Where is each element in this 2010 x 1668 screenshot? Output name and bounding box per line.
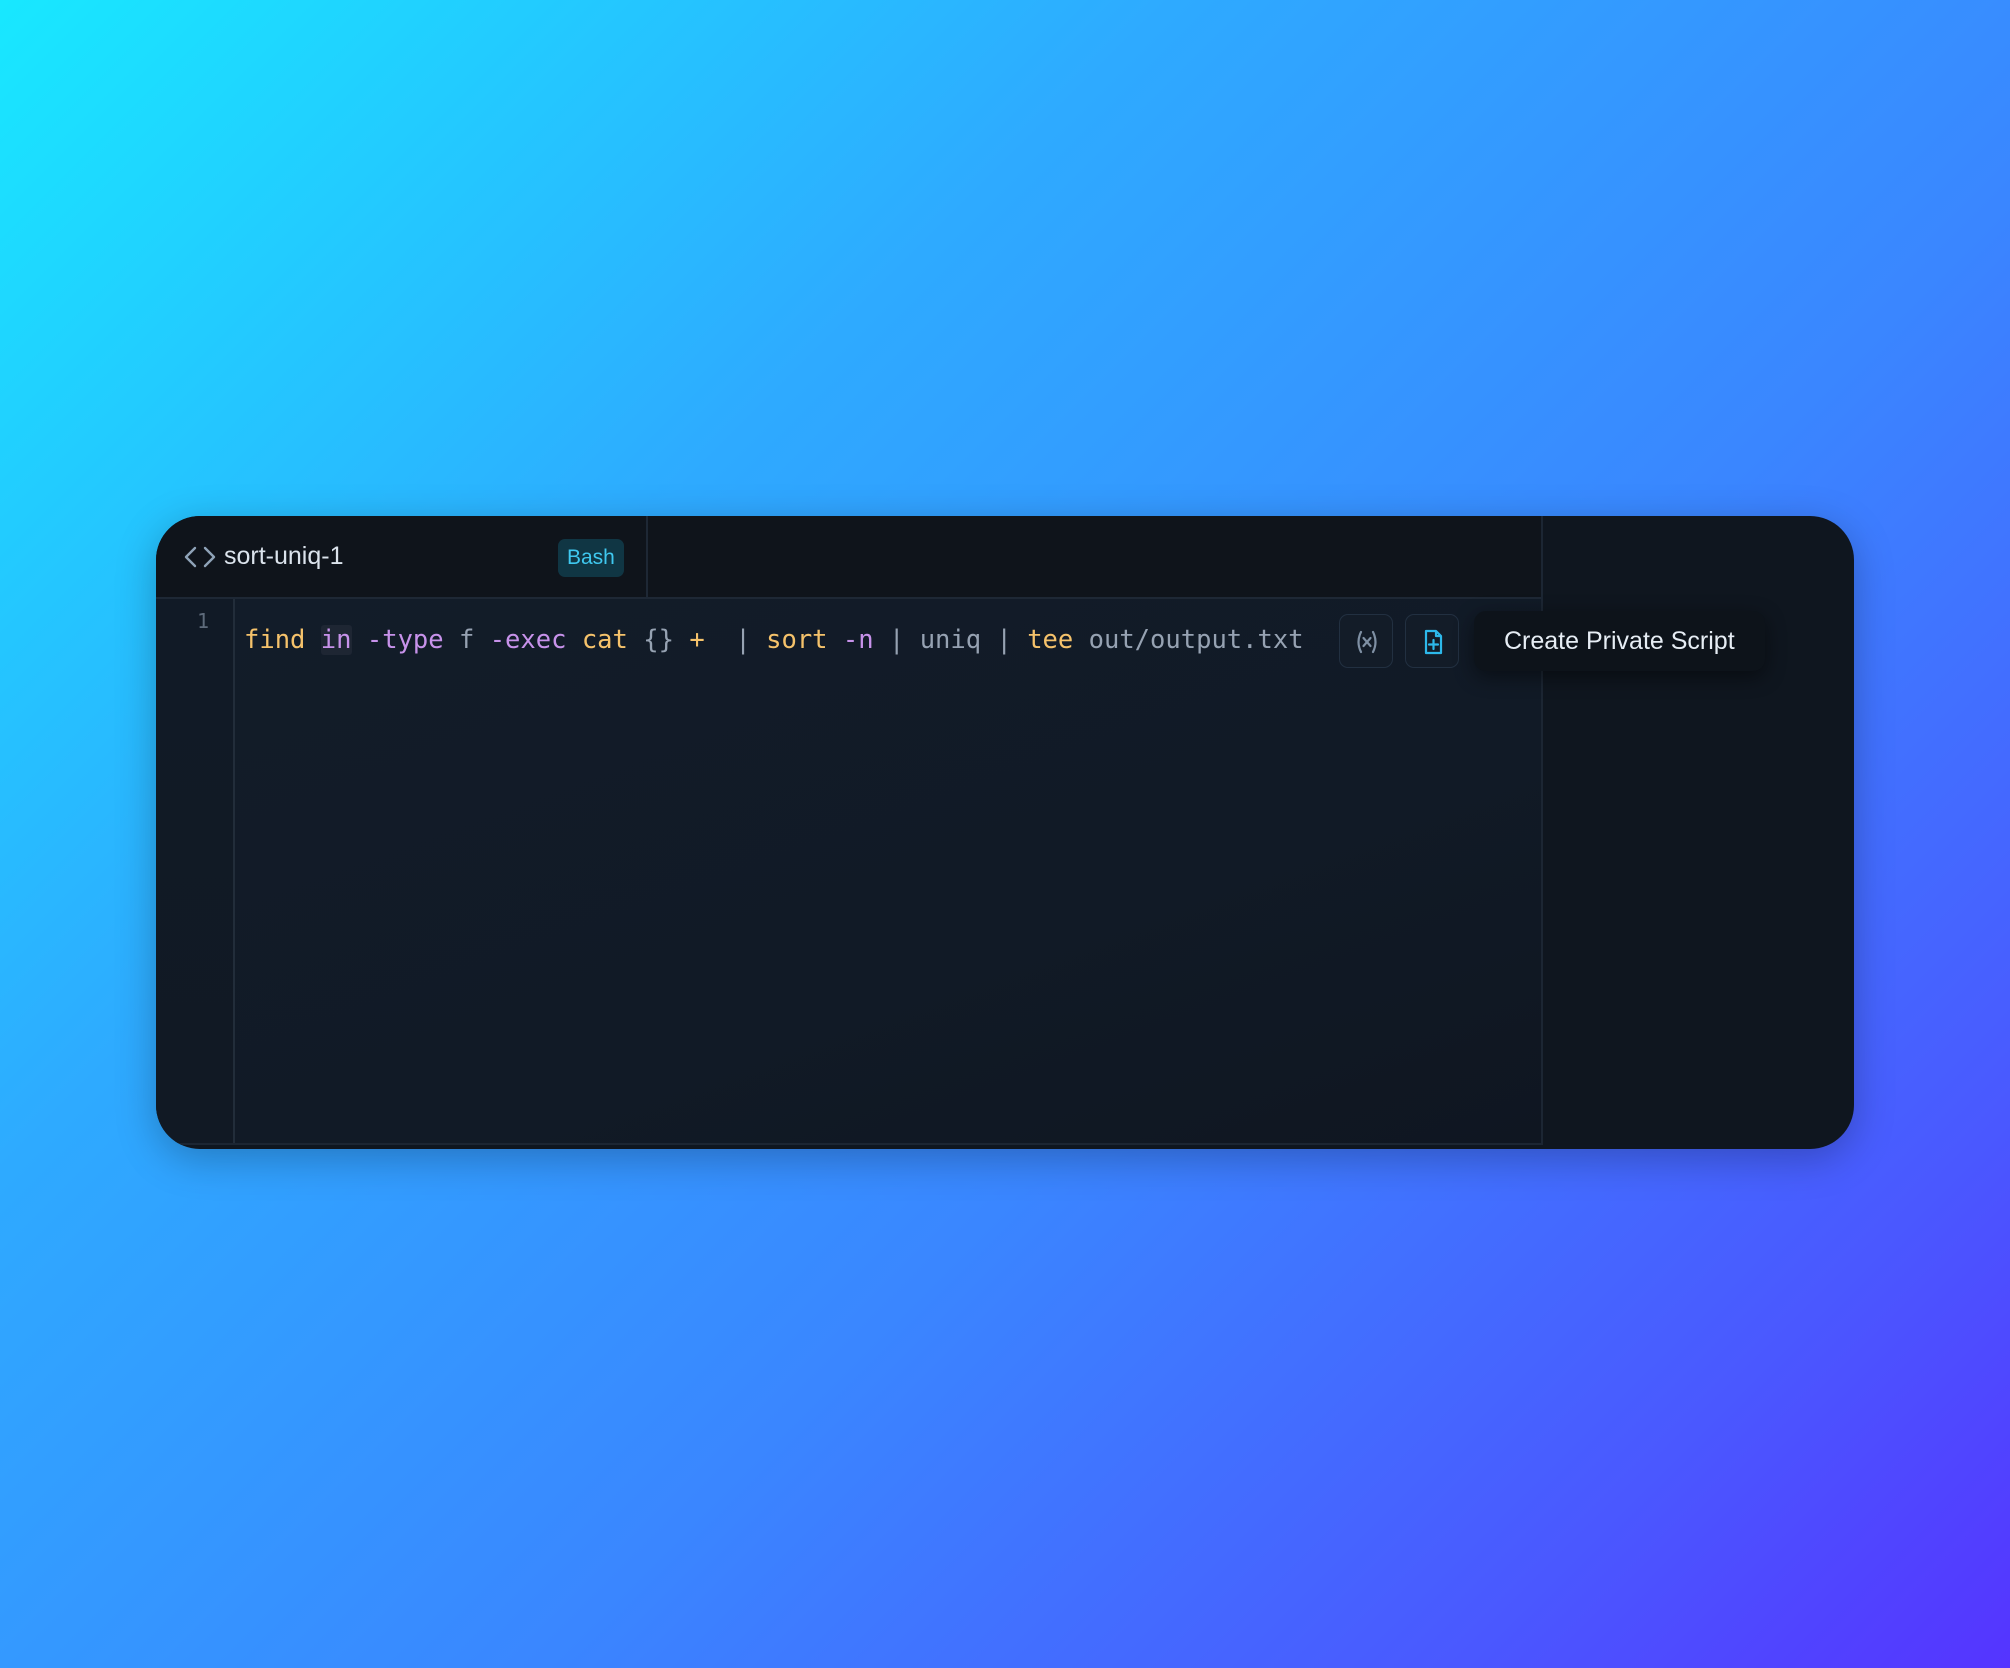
token-command: sort bbox=[766, 625, 828, 655]
token-flag: -type bbox=[366, 625, 444, 655]
tab-bar: sort-uniq-1 Bash bbox=[156, 516, 1541, 599]
language-badge: Bash bbox=[558, 539, 624, 577]
token-command: find bbox=[244, 625, 306, 655]
token-argument: f bbox=[458, 625, 475, 655]
create-private-script-tooltip: Create Private Script bbox=[1474, 611, 1765, 671]
token-command: tee bbox=[1027, 625, 1074, 655]
file-plus-icon bbox=[1424, 629, 1443, 655]
token-command: cat bbox=[581, 625, 628, 655]
token-flag: -exec bbox=[489, 625, 567, 655]
token-symbol: + bbox=[689, 625, 705, 655]
tab-sort-uniq[interactable]: sort-uniq-1 Bash bbox=[156, 516, 648, 597]
line-number: 1 bbox=[196, 609, 209, 633]
variables-button[interactable] bbox=[1339, 614, 1393, 668]
token-pipe: | bbox=[735, 625, 751, 655]
token-pipe: | bbox=[888, 625, 905, 655]
token-keyword: in bbox=[320, 625, 352, 655]
line-gutter: 1 bbox=[156, 599, 235, 1143]
token-path: out/output.txt bbox=[1088, 625, 1304, 655]
token-command-plain: uniq bbox=[919, 625, 982, 655]
token-flag: -n bbox=[842, 625, 874, 655]
tab-title: sort-uniq-1 bbox=[224, 542, 344, 570]
token-pipe: | bbox=[996, 625, 1012, 655]
token-symbol: {} bbox=[643, 625, 674, 655]
code-line[interactable]: find in -type f -exec cat {} + | sort -n… bbox=[235, 622, 1304, 658]
code-brackets-icon bbox=[184, 546, 216, 568]
editor-main-pane: sort-uniq-1 Bash 1 find in -type f -exec… bbox=[156, 516, 1543, 1145]
code-area[interactable]: find in -type f -exec cat {} + | sort -n… bbox=[235, 599, 1541, 1143]
variables-icon bbox=[1357, 630, 1377, 654]
create-script-button[interactable] bbox=[1405, 614, 1459, 668]
